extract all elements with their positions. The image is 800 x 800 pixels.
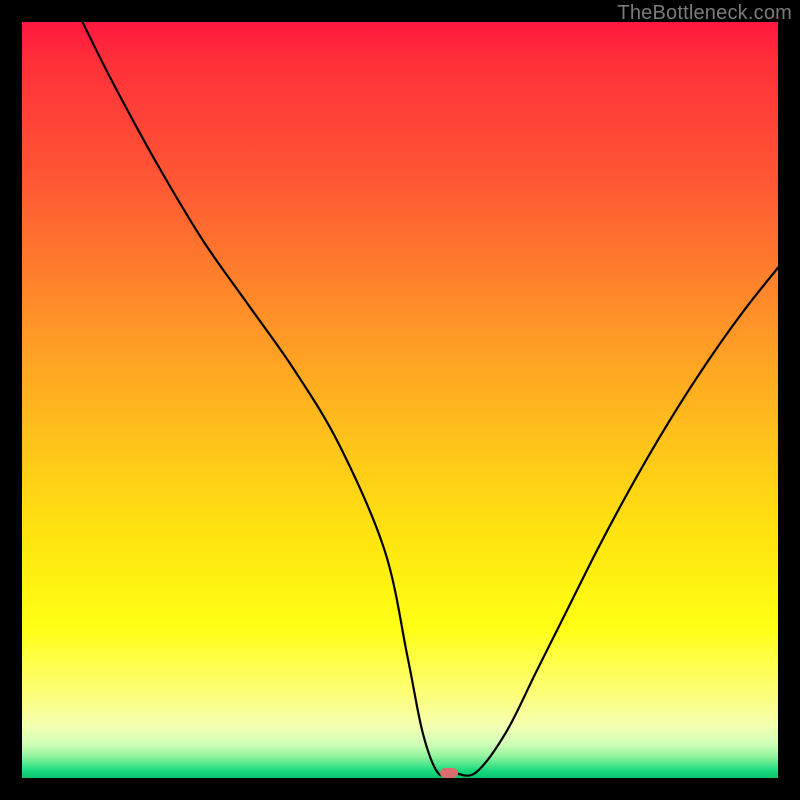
curve-layer [22,22,778,778]
bottleneck-curve [82,22,778,776]
chart-frame: TheBottleneck.com [0,0,800,800]
minimum-marker [440,768,458,778]
plot-area [22,22,778,778]
